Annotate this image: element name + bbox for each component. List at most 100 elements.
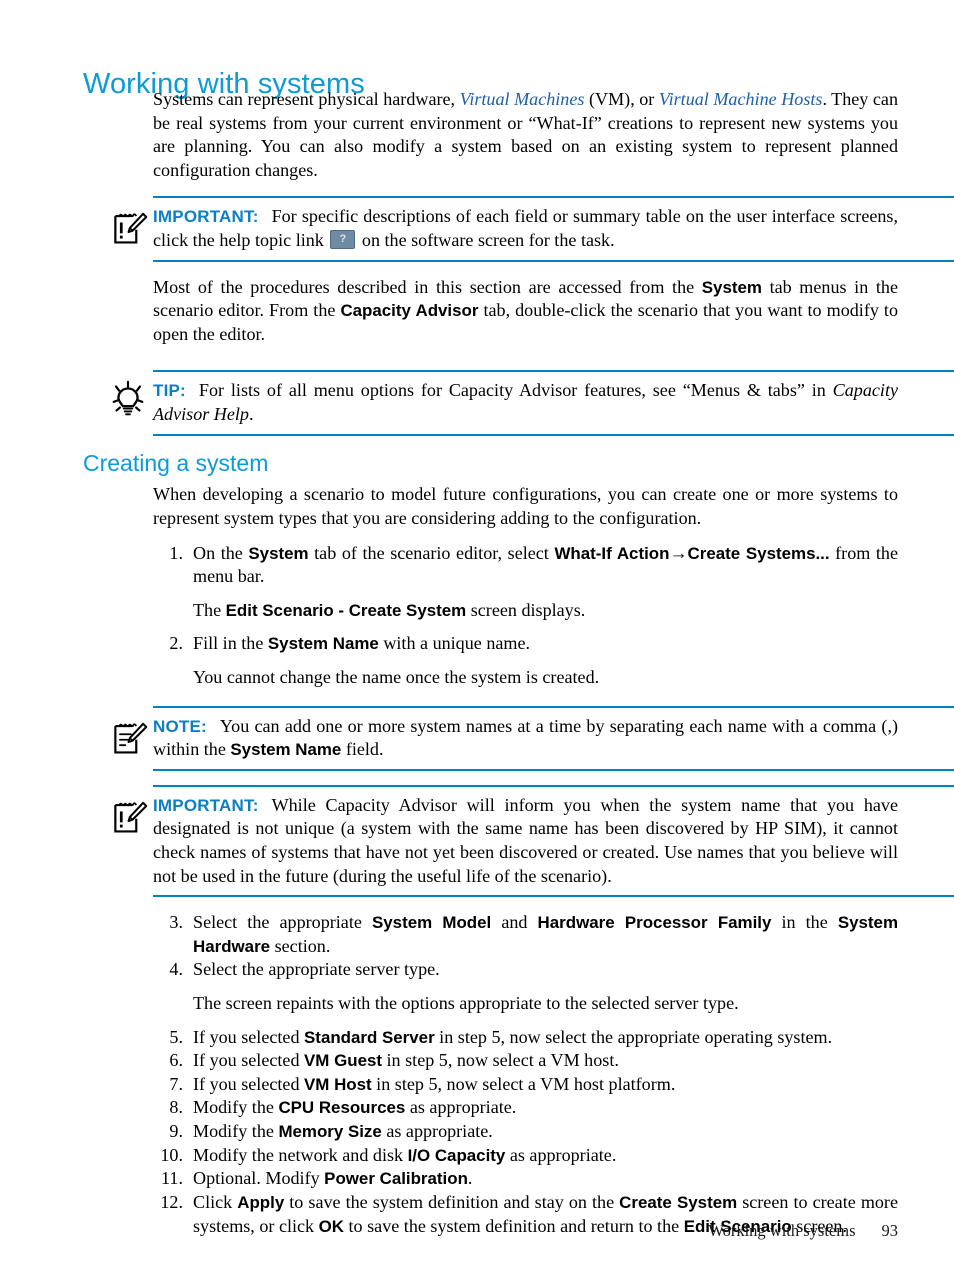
important-2-text: While Capacity Advisor will inform you w…	[153, 794, 898, 886]
important-notepad-icon	[109, 207, 149, 247]
step-number: 4.	[169, 959, 183, 980]
step3-b: and	[491, 912, 538, 933]
list-item: 11. Optional. Modify Power Calibration.	[153, 1167, 898, 1191]
step-result: You cannot change the name once the syst…	[193, 666, 600, 687]
list-item: 8. Modify the CPU Resources as appropria…	[153, 1096, 898, 1120]
step2-a: Fill in the	[193, 633, 268, 654]
step1-sub-c: screen displays.	[466, 599, 586, 620]
steps-list-part1: 1. On the System tab of the scenario edi…	[153, 542, 898, 690]
step7-c: in step 5, now select a VM host platform…	[371, 1073, 676, 1094]
note-callout: NOTE: You can add one or more system name…	[83, 705, 954, 771]
step8-c: as appropriate.	[405, 1097, 517, 1118]
step1-a: On the	[193, 542, 249, 563]
step2-bold-system-name: System Name	[267, 634, 379, 654]
note-notepad-icon	[109, 717, 149, 757]
step12-bold-apply: Apply	[237, 1192, 285, 1212]
important-callout-1-text: IMPORTANT: For specific descriptions of e…	[153, 205, 898, 252]
step8-a: Modify the	[193, 1097, 279, 1118]
step6-c: in step 5, now select a VM host.	[382, 1050, 619, 1071]
important-callout-2-text: IMPORTANT: While Capacity Advisor will in…	[153, 794, 898, 888]
step-number: 12.	[160, 1191, 183, 1212]
step-number: 7.	[169, 1073, 183, 1094]
callout-rule-bottom	[153, 433, 954, 436]
help-topic-link-icon[interactable]: ?	[330, 230, 356, 250]
step-result: The Edit Scenario - Create System screen…	[193, 599, 898, 623]
step-number: 5.	[169, 1026, 183, 1047]
step1-sub-bold: Edit Scenario - Create System	[225, 600, 467, 620]
step-result: The screen repaints with the options app…	[193, 993, 739, 1014]
step9-a: Modify the	[193, 1121, 279, 1142]
para2-bold-system: System	[701, 277, 762, 297]
link-virtual-machine-hosts[interactable]: Virtual Machine Hosts	[659, 89, 823, 109]
step11-a: Optional. Modify	[193, 1168, 325, 1189]
important-label: IMPORTANT:	[153, 207, 259, 227]
step-text: Fill in the System Name with a unique na…	[193, 632, 898, 656]
step1-bold-system: System	[248, 543, 309, 563]
step-text: Select the appropriate System Model and …	[193, 911, 898, 958]
step10-a: Modify the network and disk	[193, 1144, 408, 1165]
step-text: Modify the network and disk I/O Capacity…	[193, 1144, 898, 1168]
step6-a: If you selected	[193, 1050, 305, 1071]
para2-a: Most of the procedures described in this…	[153, 276, 702, 297]
important-callout-1: IMPORTANT: For specific descriptions of e…	[83, 196, 954, 262]
tip-text-b: .	[248, 404, 254, 425]
step3-bold-system-model: System Model	[371, 913, 492, 933]
step-number: 8.	[169, 1097, 183, 1118]
step12-a: Click	[193, 1191, 238, 1212]
step2-c: with a unique name.	[378, 633, 531, 654]
note-bold-system-name: System Name	[230, 740, 342, 760]
list-item: 6. If you selected VM Guest in step 5, n…	[153, 1049, 898, 1073]
step7-a: If you selected	[193, 1073, 305, 1094]
step1-bold-create-systems: Create Systems...	[687, 543, 830, 563]
lightbulb-tip-icon	[107, 378, 147, 418]
step1-arrow: →	[669, 542, 688, 563]
step11-bold-power-calibration: Power Calibration	[324, 1169, 468, 1189]
tip-text-a: For lists of all menu options for Capaci…	[198, 380, 833, 401]
step1-sub-a: The	[193, 599, 226, 620]
intro-paragraph: Systems can represent physical hardware,…	[153, 88, 898, 182]
step-text: On the System tab of the scenario editor…	[193, 542, 898, 589]
intro-text-b: (VM), or	[584, 89, 659, 109]
help-question-glyph: ?	[339, 233, 347, 246]
note-label: NOTE:	[153, 716, 207, 736]
step3-a: Select the appropriate	[193, 912, 372, 933]
procedures-paragraph: Most of the procedures described in this…	[153, 276, 898, 347]
callout-rule-bottom	[153, 768, 954, 771]
list-item: 2. Fill in the System Name with a unique…	[153, 632, 898, 689]
document-page: Working with systems Systems can represe…	[0, 0, 954, 1271]
step-text: If you selected VM Host in step 5, now s…	[193, 1073, 898, 1097]
step3-d: section.	[270, 935, 331, 956]
callout-rule-bottom	[153, 259, 954, 262]
step6-bold-vm-guest: VM Guest	[304, 1051, 382, 1071]
page-footer: Working with systems 93	[0, 1221, 954, 1241]
list-item: 9. Modify the Memory Size as appropriate…	[153, 1120, 898, 1144]
step9-c: as appropriate.	[381, 1121, 493, 1142]
step8-bold-cpu-resources: CPU Resources	[278, 1098, 406, 1118]
step-text: Select the appropriate server type.	[193, 959, 440, 980]
list-item: 10. Modify the network and disk I/O Capa…	[153, 1144, 898, 1168]
important-label: IMPORTANT:	[153, 795, 259, 815]
tip-callout-text: TIP: For lists of all menu options for Ca…	[153, 379, 898, 426]
step-text: Optional. Modify Power Calibration.	[193, 1167, 898, 1191]
step5-bold-standard-server: Standard Server	[304, 1027, 435, 1047]
section-intro-paragraph: When developing a scenario to model futu…	[153, 484, 898, 528]
link-virtual-machines[interactable]: Virtual Machines	[460, 89, 585, 109]
step5-a: If you selected	[193, 1026, 305, 1047]
step-number: 6.	[169, 1050, 183, 1071]
step-number: 1.	[169, 542, 183, 563]
list-item: 4. Select the appropriate server type. T…	[153, 958, 898, 1015]
step3-bold-hw-proc-family: Hardware Processor Family	[537, 913, 772, 933]
footer-title: Working with systems	[708, 1221, 856, 1240]
important-callout-2: IMPORTANT: While Capacity Advisor will in…	[83, 784, 954, 898]
intro-text-a: Systems can represent physical hardware,	[153, 89, 460, 109]
tip-callout: TIP: For lists of all menu options for Ca…	[83, 370, 954, 436]
step11-c: .	[467, 1168, 473, 1189]
callout-rule-bottom	[153, 895, 954, 898]
list-item: 1. On the System tab of the scenario edi…	[153, 542, 898, 623]
note-callout-text: NOTE: You can add one or more system name…	[153, 715, 898, 762]
step-number: 2.	[169, 633, 183, 654]
tip-label: TIP:	[153, 381, 186, 401]
step-number: 3.	[169, 912, 183, 933]
list-item: 3. Select the appropriate System Model a…	[153, 911, 898, 958]
step-text: Modify the Memory Size as appropriate.	[193, 1120, 898, 1144]
